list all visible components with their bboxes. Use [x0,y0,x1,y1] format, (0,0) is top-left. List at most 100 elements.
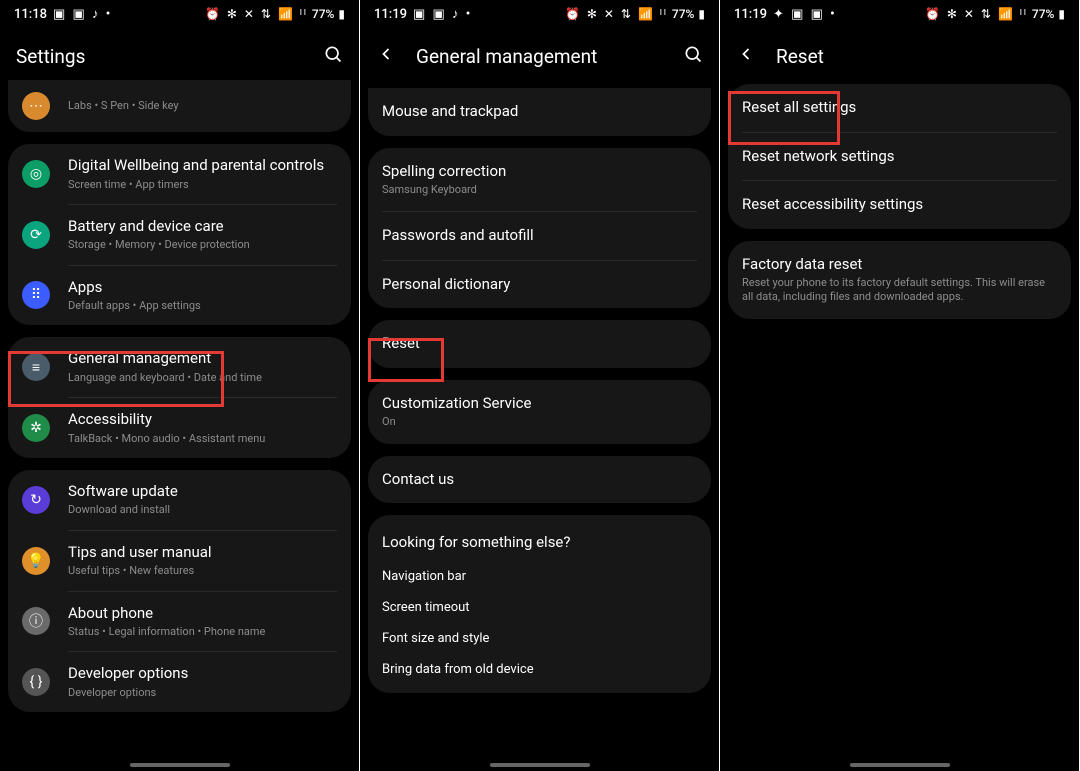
row-sub: Samsung Keyboard [382,183,697,197]
clock: 11:18 [14,7,47,22]
search-icon[interactable] [683,44,703,68]
row-title: Reset all settings [742,98,1057,118]
software-update-icon: ↻ [22,486,50,514]
row-personal-dictionary[interactable]: Personal dictionary [368,261,711,309]
row-title: Accessibility [68,410,337,430]
row-sub: Labs • S Pen • Side key [68,99,337,113]
row-sub: On [382,415,697,429]
about-phone-icon: ⓘ [22,607,50,635]
digital-wellbeing-and-parental-controls-icon: ◎ [22,160,50,188]
row-sub: Language and keyboard • Date and time [68,371,337,385]
row-title: Tips and user manual [68,543,337,563]
developer-options-icon: { } [22,668,50,696]
battery-icon: ▮ [698,7,705,21]
gm-card-looking: Looking for something else? Navigation b… [368,515,711,693]
row-sub: Screen time • App timers [68,178,337,192]
back-button[interactable] [376,44,396,68]
settings-row-advanced[interactable]: ⋯ Labs • S Pen • Side key [8,80,351,132]
status-left-icons: ▣ ▣ ♪ • [413,6,472,22]
back-button[interactable] [736,44,756,68]
phone-pane-2: 11:19 ▣ ▣ ♪ • ⏰ ✻ ✕ ⇅ 📶 ᴵᴵ 77% ▮ General… [360,0,720,771]
row-title: Apps [68,278,337,298]
row-mouse-and-trackpad[interactable]: Mouse and trackpad [368,88,711,136]
status-left-icons: ✦ ▣ ▣ • [773,7,837,22]
row-title: Personal dictionary [382,275,697,295]
row-title: About phone [68,604,337,624]
row-sub: Reset your phone to its factory default … [742,276,1057,305]
row-factory-data-reset[interactable]: Factory data resetReset your phone to it… [728,241,1071,319]
advanced-icon: ⋯ [22,92,50,120]
battery-and-device-care-icon: ⟳ [22,221,50,249]
settings-card-b: ≡General managementLanguage and keyboard… [8,337,351,458]
row-title: Digital Wellbeing and parental controls [68,156,337,176]
apps-icon: ⠿ [22,281,50,309]
row-reset[interactable]: Reset [368,320,711,368]
clock: 11:19 [374,7,407,22]
status-bar: 11:19 ▣ ▣ ♪ • ⏰ ✻ ✕ ⇅ 📶 ᴵᴵ 77% ▮ [360,0,719,28]
row-title: Customization Service [382,394,697,414]
row-reset-network-settings[interactable]: Reset network settings [728,133,1071,181]
suggestion-font-size-and-style[interactable]: Font size and style [368,623,711,654]
row-sub: Default apps • App settings [68,299,337,313]
row-reset-accessibility-settings[interactable]: Reset accessibility settings [728,181,1071,229]
status-bar: 11:18 ▣ ▣ ♪ • ⏰ ✻ ✕ ⇅ 📶 ᴵᴵ 77% ▮ [0,0,359,28]
row-sub: Developer options [68,686,337,700]
page-title: Settings [16,45,303,68]
settings-row-software-update[interactable]: ↻ Software updateDownload and install [8,470,351,530]
reset-card-b: Factory data resetReset your phone to it… [728,241,1071,319]
settings-row-developer-options[interactable]: { } Developer options Developer options [8,652,351,712]
gm-card-b: Spelling correctionSamsung KeyboardPassw… [368,148,711,309]
settings-card-partial: ⋯ Labs • S Pen • Side key [8,80,351,132]
suggestion-bring-data-from-old-device[interactable]: Bring data from old device [368,654,711,685]
appbar: Reset [720,28,1079,84]
accessibility-icon: ✲ [22,414,50,442]
clock: 11:19 [734,7,767,22]
row-title: Battery and device care [68,217,337,237]
settings-row-tips-and-user-manual[interactable]: 💡Tips and user manualUseful tips • New f… [8,531,351,591]
settings-row-general-management[interactable]: ≡General managementLanguage and keyboard… [8,337,351,397]
page-title: General management [416,45,663,68]
settings-row-digital-wellbeing-and-parental-controls[interactable]: ◎ Digital Wellbeing and parental controls… [8,144,351,204]
looking-header: Looking for something else? [368,515,711,561]
settings-row-accessibility[interactable]: ✲ Accessibility TalkBack • Mono audio • As… [8,398,351,458]
nav-handle[interactable] [130,763,230,767]
row-sub: TalkBack • Mono audio • Assistant menu [68,432,337,446]
row-spelling-correction[interactable]: Spelling correctionSamsung Keyboard [368,148,711,212]
row-title: Reset network settings [742,147,1057,167]
settings-row-apps[interactable]: ⠿ AppsDefault apps • App settings [8,266,351,326]
row-title: Factory data reset [742,255,1057,275]
settings-row-battery-and-device-care[interactable]: ⟳ Battery and device careStorage • Memory… [8,205,351,265]
phone-pane-3: 11:19 ✦ ▣ ▣ • ⏰ ✻ ✕ ⇅ 📶 ᴵᴵ 77% ▮ Reset R… [720,0,1080,771]
settings-card-c: ↻ Software updateDownload and install 💡Tip… [8,470,351,712]
battery-icon: ▮ [338,7,345,21]
row-title: Reset accessibility settings [742,195,1057,215]
settings-card-a: ◎ Digital Wellbeing and parental controls… [8,144,351,325]
row-customization-service[interactable]: Customization ServiceOn [368,380,711,444]
battery-pct: 77% [312,7,334,21]
status-right-icons: ⏰ ✻ ✕ ⇅ 📶 ᴵᴵ [205,7,308,21]
row-title: Spelling correction [382,162,697,182]
row-contact-us[interactable]: Contact us [368,456,711,504]
row-sub: Useful tips • New features [68,564,337,578]
row-sub: Storage • Memory • Device protection [68,238,337,252]
status-left-icons: ▣ ▣ ♪ • [53,6,112,22]
row-title: Contact us [382,470,697,490]
row-title: Mouse and trackpad [382,102,697,122]
nav-handle[interactable] [490,763,590,767]
gm-card-a: Mouse and trackpad [368,88,711,136]
appbar: General management [360,28,719,84]
status-bar: 11:19 ✦ ▣ ▣ • ⏰ ✻ ✕ ⇅ 📶 ᴵᴵ 77% ▮ [720,0,1079,28]
row-title: Software update [68,482,337,502]
search-icon[interactable] [323,44,343,68]
row-title: Developer options [68,664,337,684]
suggestion-screen-timeout[interactable]: Screen timeout [368,592,711,623]
gm-card-e: Contact us [368,456,711,504]
suggestion-navigation-bar[interactable]: Navigation bar [368,561,711,592]
row-passwords-and-autofill[interactable]: Passwords and autofill [368,212,711,260]
settings-row-about-phone[interactable]: ⓘAbout phoneStatus • Legal information •… [8,592,351,652]
row-sub: Download and install [68,503,337,517]
row-title: General management [68,349,337,369]
row-reset-all-settings[interactable]: Reset all settings [728,84,1071,132]
nav-handle[interactable] [850,763,950,767]
status-right-icons: ⏰ ✻ ✕ ⇅ 📶 ᴵᴵ [925,7,1028,21]
